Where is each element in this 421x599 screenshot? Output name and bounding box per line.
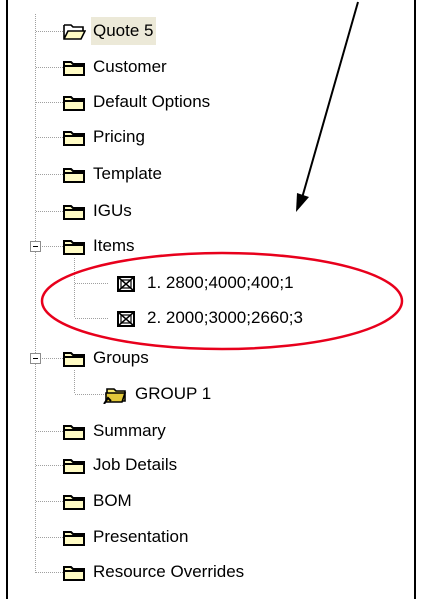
folder-icon bbox=[62, 164, 86, 193]
tree-node-items-child-2[interactable]: 2. 2000;3000;2660;3 bbox=[115, 304, 410, 332]
tree-node-resource-overrides-label: Resource Overrides bbox=[93, 562, 245, 581]
folder-icon bbox=[62, 92, 86, 121]
tree-node-job-details[interactable]: Job Details bbox=[62, 451, 410, 479]
tree-node-items[interactable]: Items bbox=[62, 232, 410, 260]
tree-node-groups-child-1[interactable]: GROUP 1 bbox=[103, 380, 410, 408]
tree-node-igus-label: IGUs bbox=[93, 201, 132, 220]
tree-node-items-child-1[interactable]: 1. 2800;4000;400;1 bbox=[115, 269, 410, 297]
tree-node-quote-5[interactable]: Quote 5 bbox=[62, 17, 410, 45]
group-folder-icon bbox=[103, 384, 127, 413]
tree-node-items-child-2-label: 2. 2000;3000;2660;3 bbox=[147, 308, 303, 327]
tree-node-igus[interactable]: IGUs bbox=[62, 197, 410, 225]
folder-icon bbox=[62, 57, 86, 86]
folder-icon bbox=[62, 421, 86, 450]
folder-icon bbox=[62, 201, 86, 230]
tree-node-default-options[interactable]: Default Options bbox=[62, 88, 410, 116]
tree-node-template-label: Template bbox=[93, 164, 162, 183]
folder-icon bbox=[62, 491, 86, 520]
tree-node-bom-label: BOM bbox=[93, 491, 132, 510]
tree-node-summary-label: Summary bbox=[93, 421, 166, 440]
tree-node-customer-label: Customer bbox=[93, 57, 167, 76]
tree-node-resource-overrides[interactable]: Resource Overrides bbox=[62, 558, 410, 586]
tree-node-items-label: Items bbox=[93, 236, 135, 255]
item-icon bbox=[115, 308, 139, 337]
folder-icon bbox=[62, 236, 86, 265]
tree-node-template[interactable]: Template bbox=[62, 160, 410, 188]
folder-open-icon bbox=[62, 21, 87, 50]
folder-icon bbox=[62, 127, 86, 156]
tree-node-job-details-label: Job Details bbox=[93, 455, 178, 474]
folder-icon bbox=[62, 562, 86, 591]
tree-node-pricing-label: Pricing bbox=[93, 127, 145, 146]
tree-node-presentation-label: Presentation bbox=[93, 527, 189, 546]
tree-node-groups[interactable]: Groups bbox=[62, 344, 410, 372]
folder-icon bbox=[62, 348, 86, 377]
tree-node-pricing[interactable]: Pricing bbox=[62, 123, 410, 151]
groups-collapse-toggle[interactable] bbox=[30, 353, 41, 364]
tree-node-groups-child-1-label: GROUP 1 bbox=[135, 384, 212, 403]
tree-node-groups-label: Groups bbox=[93, 348, 149, 367]
tree-node-bom[interactable]: BOM bbox=[62, 487, 410, 515]
folder-icon bbox=[62, 455, 86, 484]
items-collapse-toggle[interactable] bbox=[30, 241, 41, 252]
tree-node-customer[interactable]: Customer bbox=[62, 53, 410, 81]
tree-node-summary[interactable]: Summary bbox=[62, 417, 410, 445]
item-icon bbox=[115, 273, 139, 302]
tree-node-presentation[interactable]: Presentation bbox=[62, 523, 410, 551]
tree-node-quote-5-label: Quote 5 bbox=[91, 17, 156, 45]
folder-icon bbox=[62, 527, 86, 556]
tree-node-default-options-label: Default Options bbox=[93, 92, 211, 111]
tree-node-items-child-1-label: 1. 2800;4000;400;1 bbox=[147, 273, 294, 292]
